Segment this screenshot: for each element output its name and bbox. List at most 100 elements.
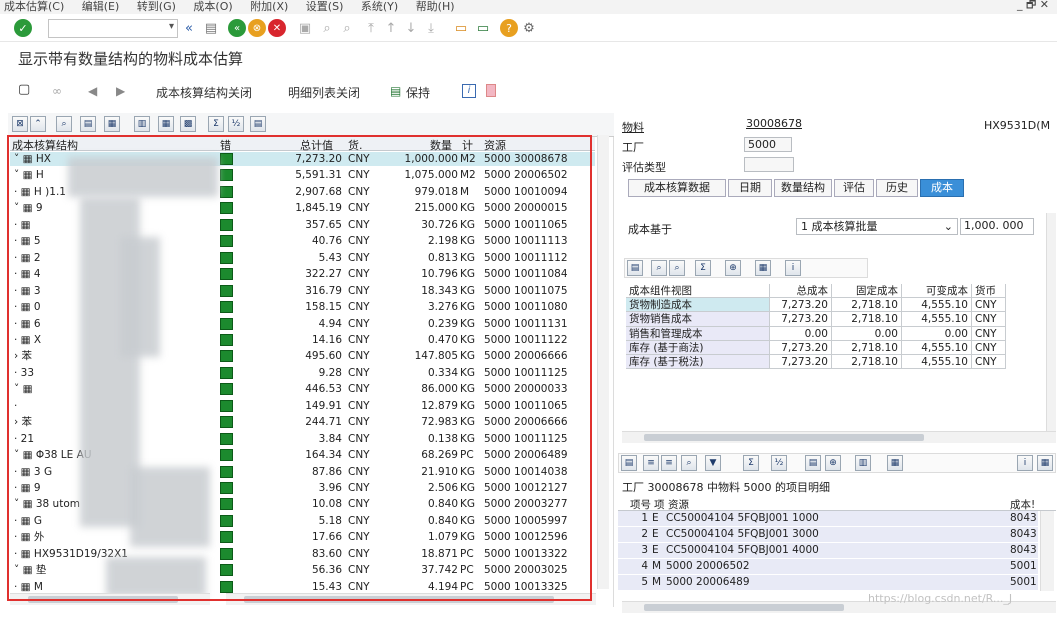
filter-icon[interactable]: ▼	[705, 455, 721, 471]
tab-costs[interactable]: 成本	[920, 179, 964, 197]
window-controls[interactable]: _ 🗗 ✕	[1017, 0, 1049, 14]
calendar-icon[interactable]: ▦	[1037, 455, 1053, 471]
cost-component-row[interactable]: 货物制造成本 7,273.20 2,718.10 4,555.10 CNY	[626, 298, 1006, 313]
shortcut-icon[interactable]: ▭	[474, 19, 492, 37]
header-qty[interactable]: 数量	[430, 137, 452, 153]
tree-horizontal-scrollbar[interactable]	[10, 593, 210, 605]
table-icon[interactable]: ▤	[250, 116, 266, 132]
detail-horizontal-scrollbar[interactable]	[622, 431, 1056, 443]
list-item[interactable]: 1 E CC50004104 5FQBJ001 1000 8043	[618, 511, 1038, 526]
menu-item-settings[interactable]: 设置(S)	[306, 0, 344, 14]
binoculars-icon[interactable]: ⌕	[56, 116, 72, 132]
menu-item-cost-estimate[interactable]: 成本估算(C)	[4, 0, 64, 14]
calculator-icon[interactable]: ▩	[180, 116, 196, 132]
first-page-icon[interactable]: ⤒	[362, 19, 380, 37]
prev-page-icon[interactable]: ↑	[382, 19, 400, 37]
tab-history[interactable]: 历史	[876, 179, 918, 197]
header-currency[interactable]: 货.	[348, 137, 363, 153]
list-item[interactable]: 2 E CC50004104 5FQBJ001 3000 8043	[618, 527, 1038, 542]
item-vertical-scrollbar[interactable]	[1040, 511, 1054, 591]
binoculars-icon[interactable]: ⌕	[651, 260, 667, 276]
header-resource[interactable]: 资源	[484, 137, 506, 153]
column-header[interactable]: 货币	[972, 284, 1006, 299]
save-icon[interactable]: ▤	[202, 19, 220, 37]
tab-dates[interactable]: 日期	[728, 179, 772, 197]
column-header[interactable]: 成本组件视图	[626, 284, 770, 299]
header-total[interactable]: 总计值	[300, 137, 333, 153]
note-icon[interactable]	[486, 84, 496, 97]
print-icon[interactable]: ▤	[80, 116, 96, 132]
column-header[interactable]: 可变成本	[902, 284, 972, 299]
view-icon[interactable]: ⊕	[825, 455, 841, 471]
detail-list-off-button[interactable]: 明细列表关闭	[288, 84, 360, 101]
next-page-icon[interactable]: ↓	[402, 19, 420, 37]
subtotal-icon[interactable]: ½	[228, 116, 244, 132]
table-row[interactable]: · ▦ 外 17.66 CNY 1.079 KG 5000 10012596	[10, 530, 595, 544]
list-item[interactable]: 3 E CC50004104 5FQBJ001 4000 8043	[618, 543, 1038, 558]
cost-component-row[interactable]: 销售和管理成本 0.00 0.00 0.00 CNY	[626, 326, 1006, 341]
prev-arrow-icon[interactable]: ◀	[88, 84, 97, 98]
details-icon[interactable]: ▤	[621, 455, 637, 471]
header-tree[interactable]: 成本核算结构	[12, 137, 78, 153]
header-unit[interactable]: 计	[462, 137, 473, 153]
new-document-icon[interactable]: ▢	[18, 82, 30, 97]
menu-item-system[interactable]: 系统(Y)	[361, 0, 398, 14]
menu-item-cost[interactable]: 成本(O)	[193, 0, 232, 14]
list-item[interactable]: 4 M 5000 20006502 5001	[618, 559, 1038, 574]
hold-button[interactable]: 保持	[406, 84, 430, 101]
column-header[interactable]: 固定成本	[832, 284, 902, 299]
header-item-no[interactable]: 项号	[630, 497, 651, 512]
find-next-icon[interactable]: ⌕	[669, 260, 685, 276]
cost-basis-qty[interactable]: 1,000. 000	[960, 218, 1034, 235]
column-header[interactable]: 总成本	[770, 284, 832, 299]
header-category[interactable]: 项	[654, 497, 665, 512]
details-icon[interactable]: ▤	[627, 260, 643, 276]
tab-costing-data[interactable]: 成本核算数据	[628, 179, 726, 197]
export-icon[interactable]: ▥	[855, 455, 871, 471]
last-page-icon[interactable]: ⤓	[422, 19, 440, 37]
find-next-icon[interactable]: ⌕	[338, 19, 356, 37]
layout-icon[interactable]: ▦	[755, 260, 771, 276]
sum-icon[interactable]: Σ	[208, 116, 224, 132]
grid-horizontal-scrollbar[interactable]	[226, 593, 596, 605]
chevron-down-icon[interactable]: ▾	[169, 21, 174, 32]
grid-icon[interactable]: ▦	[158, 116, 174, 132]
info-icon[interactable]: i	[462, 84, 476, 98]
sum-icon[interactable]: Σ	[743, 455, 759, 471]
info-icon[interactable]: i	[785, 260, 801, 276]
export-icon[interactable]: ▥	[134, 116, 150, 132]
print-icon[interactable]: ⊕	[725, 260, 741, 276]
detail-vertical-scrollbar[interactable]	[1046, 213, 1056, 443]
menu-item-edit[interactable]: 编辑(E)	[82, 0, 120, 14]
menu-item-goto[interactable]: 转到(G)	[137, 0, 176, 14]
print-icon[interactable]: ▣	[296, 19, 314, 37]
find-icon[interactable]: ⌕	[318, 19, 336, 37]
header-resource[interactable]: 资源	[668, 497, 689, 512]
header-cost[interactable]: 成本!	[1010, 497, 1035, 512]
binoculars-icon[interactable]: ⌕	[681, 455, 697, 471]
cost-basis-select[interactable]: 1 成本核算批量 ⌄	[796, 218, 958, 235]
menu-item-help[interactable]: 帮助(H)	[416, 0, 455, 14]
sort-desc-icon[interactable]: ≡	[661, 455, 677, 471]
double-chevron-left-icon[interactable]: «	[180, 19, 198, 37]
exit-icon[interactable]: ⊗	[248, 19, 266, 37]
print-icon[interactable]: ▤	[805, 455, 821, 471]
costing-structure-off-button[interactable]: 成本核算结构关闭	[156, 84, 252, 101]
sum-icon[interactable]: Σ	[695, 260, 711, 276]
glasses-icon[interactable]: ∞	[52, 84, 62, 98]
expand-all-icon[interactable]: ⌃	[30, 116, 46, 132]
enter-icon[interactable]: ✓	[14, 19, 32, 37]
layout-icon[interactable]: ▦	[104, 116, 120, 132]
next-arrow-icon[interactable]: ▶	[116, 84, 125, 98]
header-error[interactable]: 错	[220, 137, 231, 153]
subtotal-icon[interactable]: ½	[771, 455, 787, 471]
cost-component-row[interactable]: 货物销售成本 7,273.20 2,718.10 4,555.10 CNY	[626, 312, 1006, 327]
grid-vertical-scrollbar[interactable]	[597, 135, 609, 589]
sort-asc-icon[interactable]: ≡	[643, 455, 659, 471]
cost-component-row[interactable]: 库存 (基于商法) 7,273.20 2,718.10 4,555.10 CNY	[626, 340, 1006, 355]
collapse-all-icon[interactable]: ⊠	[12, 116, 28, 132]
menu-item-extras[interactable]: 附加(X)	[250, 0, 288, 14]
tab-valuation[interactable]: 评估	[834, 179, 874, 197]
customize-icon[interactable]: ⚙	[520, 19, 538, 37]
cost-component-row[interactable]: 库存 (基于税法) 7,273.20 2,718.10 4,555.10 CNY	[626, 355, 1006, 370]
